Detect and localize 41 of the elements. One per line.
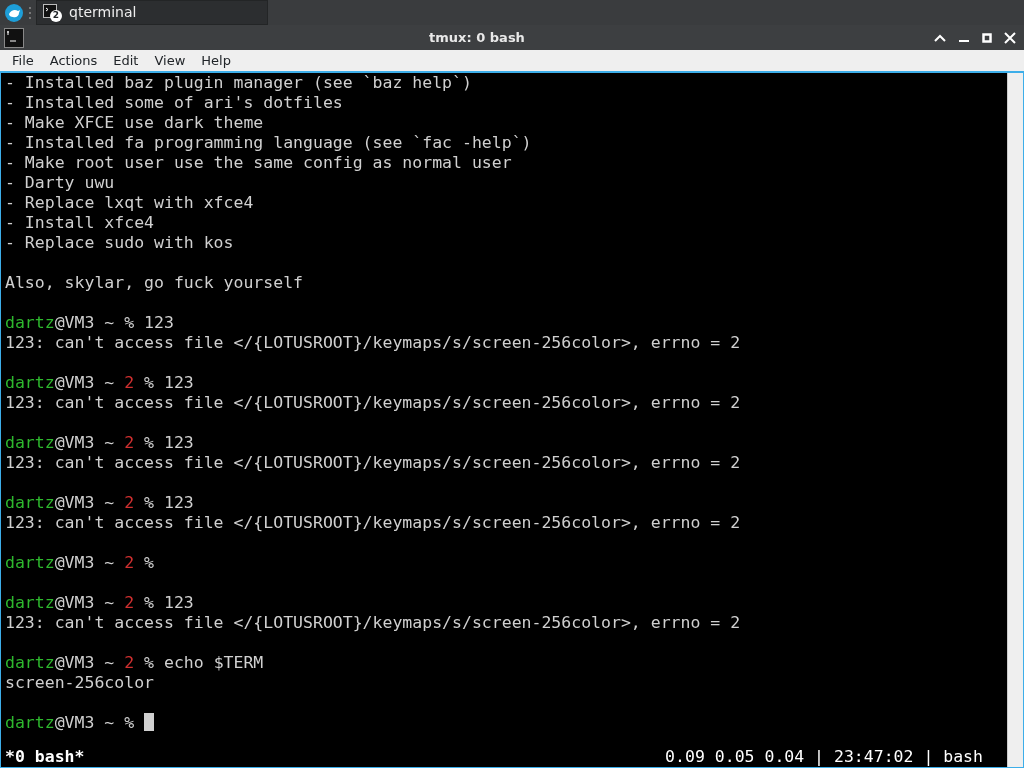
taskbar-button[interactable]: 2 qterminal [36, 0, 268, 25]
tmux-status-info: 0.09 0.05 0.04 | 23:47:02 | bash [665, 747, 983, 767]
scrollbar[interactable] [1007, 73, 1023, 767]
output-line: - Darty uwu [5, 173, 116, 193]
window-title: tmux: 0 bash [429, 29, 525, 45]
prompt-line: dartz@VM3 ~ 2 % 123 [5, 373, 194, 392]
close-button[interactable] [1004, 31, 1016, 44]
output-line: - Installed some of ari's dotfiles [5, 93, 344, 113]
output-line: - Install xfce4 [5, 213, 155, 233]
prompt-line: dartz@VM3 ~ 2 % echo $TERM [5, 653, 264, 672]
output-line: 123: can't access file </{LOTUSROOT}/keymaps/s/screen-256color>, errno = 2 [5, 613, 742, 633]
output-line: 123: can't access file </{LOTUSROOT}/keymaps/s/screen-256color>, errno = 2 [5, 513, 742, 533]
output-line: - Replace sudo with kos [5, 233, 235, 253]
prompt-line: dartz@VM3 ~ % [5, 713, 135, 732]
tmux-window-tab[interactable]: *0 bash* [5, 747, 85, 767]
handle-icon [28, 5, 32, 20]
output-line: - Installed fa programming language (see `fac -help`) [5, 133, 533, 153]
output-line: - Installed baz plugin manager (see `baz help`) [5, 73, 473, 93]
menu-item[interactable]: Actions [41, 50, 106, 71]
output-line: 123: can't access file </{LOTUSROOT}/keymaps/s/screen-256color>, errno = 2 [5, 333, 742, 353]
start-menu-icon[interactable] [4, 2, 24, 23]
output-line: - Make XFCE use dark theme [5, 113, 265, 133]
menu-item[interactable]: File [4, 50, 42, 71]
output-line: screen-256color [5, 673, 155, 693]
menu-item[interactable]: View [146, 50, 194, 71]
prompt-line: dartz@VM3 ~ 2 % 123 [5, 493, 194, 512]
terminal-icon [4, 27, 24, 48]
prompt-line: dartz@VM3 ~ % 123 [5, 313, 174, 332]
output-line: - Make root user use the same config as normal user [5, 153, 513, 173]
shade-button[interactable] [934, 32, 946, 43]
output-line: - Replace lxqt with xfce4 [5, 193, 255, 213]
prompt-line: dartz@VM3 ~ 2 % 123 [5, 433, 194, 452]
menu-item[interactable]: Edit [105, 50, 147, 71]
prompt-line: dartz@VM3 ~ 2 % 123 [5, 593, 194, 612]
menu-item[interactable]: Help [193, 50, 239, 71]
terminal-icon [43, 3, 57, 18]
output-line: Also, skylar, go fuck yourself [5, 273, 304, 293]
maximize-button[interactable] [982, 32, 992, 43]
output-line: 123: can't access file </{LOTUSROOT}/keymaps/s/screen-256color>, errno = 2 [5, 393, 742, 413]
output-line: 123: can't access file </{LOTUSROOT}/keymaps/s/screen-256color>, errno = 2 [5, 453, 742, 473]
prompt-line: dartz@VM3 ~ 2 % [5, 553, 155, 572]
